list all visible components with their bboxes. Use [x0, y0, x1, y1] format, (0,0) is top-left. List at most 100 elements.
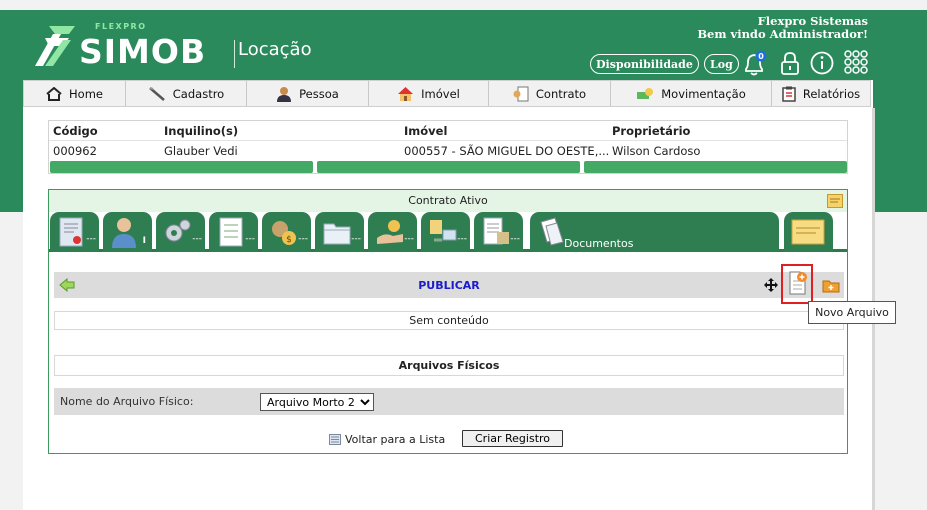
tab-folder[interactable]: --- — [315, 212, 364, 252]
main-nav: Home Cadastro Pessoa Imóvel Contrato Mov… — [23, 80, 871, 107]
tab-certificate[interactable]: --- — [50, 212, 99, 252]
cell-inquilino: Glauber Vedi — [164, 144, 238, 158]
brand-separator — [234, 40, 235, 68]
nav-item-movimentacao[interactable]: Movimentação — [611, 81, 772, 106]
welcome-block: Flexpro Sistemas Bem vindo Administrador… — [697, 15, 868, 41]
folder-icon — [323, 223, 351, 245]
tab-payments[interactable]: $ --- — [262, 212, 311, 252]
tab-placeholder: --- — [245, 234, 255, 244]
status-bar-3 — [584, 161, 847, 173]
brand-small-text: FLEXPRO — [95, 22, 147, 31]
nav-item-cadastro[interactable]: Cadastro — [126, 81, 247, 106]
tab-documentos[interactable]: Documentos — [530, 212, 779, 252]
status-bar-2 — [317, 161, 580, 173]
flexpro-logo-icon — [35, 26, 75, 66]
tab-placeholder: --- — [404, 234, 414, 244]
arquivos-fisicos-title: Arquivos Físicos — [54, 355, 844, 376]
nav-cadastro-label: Cadastro — [172, 86, 225, 101]
back-to-list-link[interactable]: Voltar para a Lista — [345, 433, 445, 446]
disponibilidade-button[interactable]: Disponibilidade — [590, 54, 699, 74]
arquivo-fisico-label: Nome do Arquivo Físico: — [60, 395, 194, 408]
table-divider — [49, 140, 847, 141]
tab-placeholder: --- — [457, 234, 467, 244]
header-codigo: Código — [53, 124, 98, 138]
status-bar-1 — [50, 161, 313, 173]
tab-transfer[interactable]: --- — [421, 212, 470, 252]
home-icon — [46, 86, 62, 101]
tab-person-i: I — [142, 236, 146, 246]
header-inquilino: Inquilino(s) — [164, 124, 239, 138]
nav-item-pessoa[interactable]: Pessoa — [247, 81, 369, 106]
nav-item-contrato[interactable]: Contrato — [489, 81, 611, 106]
coins-icon: $ — [272, 221, 296, 245]
nav-relatorios-label: Relatórios — [802, 86, 861, 101]
brand-module: Locação — [238, 39, 312, 60]
apps-grid-icon[interactable] — [843, 49, 869, 75]
notification-count: 0 — [758, 52, 764, 61]
contract-icon — [513, 86, 529, 101]
lock-icon[interactable] — [777, 50, 803, 76]
nav-item-relatorios[interactable]: Relatórios — [772, 81, 870, 106]
money-icon — [637, 87, 654, 99]
note-icon[interactable] — [827, 194, 843, 208]
nav-movimentacao-label: Movimentação — [661, 86, 746, 101]
transfer-icon — [430, 220, 457, 242]
create-record-button[interactable]: Criar Registro — [462, 430, 564, 447]
invoice-icon — [483, 217, 509, 245]
cell-proprietario: Wilson Cardoso — [612, 144, 701, 158]
certificate-icon — [59, 217, 83, 247]
new-file-tooltip: Novo Arquivo — [808, 301, 896, 324]
new-folder-icon[interactable] — [822, 279, 840, 293]
move-icon[interactable] — [764, 278, 778, 292]
nav-imovel-label: Imóvel — [421, 86, 460, 101]
tab-person[interactable]: I — [103, 212, 152, 252]
tab-placeholder: --- — [351, 234, 361, 244]
documents-toolbar: PUBLICAR — [54, 264, 844, 304]
arquivo-fisico-row: Nome do Arquivo Físico: Arquivo Morto 2 — [54, 388, 844, 415]
tab-documentos-label: Documentos — [564, 237, 634, 250]
gears-icon — [165, 219, 191, 242]
sticky-note-icon — [791, 219, 825, 245]
tab-settings[interactable]: --- — [156, 212, 205, 252]
notifications-bell-icon[interactable]: 0 — [741, 50, 767, 76]
tab-checklist[interactable]: --- — [209, 212, 258, 252]
simob-logo[interactable]: FLEXPRO SIMOB Locação — [35, 20, 335, 72]
house-icon — [398, 86, 414, 101]
empty-content: Sem conteúdo — [54, 311, 844, 330]
report-icon — [782, 86, 796, 102]
nav-item-imovel[interactable]: Imóvel — [369, 81, 489, 106]
pen-icon — [148, 86, 165, 101]
brand-name: SIMOB — [79, 32, 207, 71]
arquivo-fisico-select[interactable]: Arquivo Morto 2 — [260, 393, 374, 411]
contract-panel: Contrato Ativo --- I --- --- $ --- --- -… — [48, 189, 848, 454]
new-file-button[interactable] — [781, 264, 813, 304]
tab-handshake[interactable]: --- — [368, 212, 417, 252]
tab-notes[interactable] — [784, 212, 833, 252]
nav-item-home[interactable]: Home — [24, 81, 126, 106]
welcome-text: Bem vindo Administrador! — [697, 27, 868, 41]
contract-title: Contrato Ativo — [49, 190, 847, 212]
log-button[interactable]: Log — [704, 54, 739, 74]
checklist-icon — [219, 217, 243, 247]
cell-imovel: 000557 - SÃO MIGUEL DO OESTE,... — [404, 144, 610, 158]
contract-info-table: Código Inquilino(s) Imóvel Proprietário … — [48, 120, 848, 174]
documents-icon — [540, 217, 564, 246]
svg-text:$: $ — [286, 235, 292, 245]
person-icon — [277, 86, 292, 102]
new-file-icon — [789, 271, 807, 295]
contract-tabs: --- I --- --- $ --- --- --- --- --- Docu… — [49, 212, 847, 252]
tab-placeholder: --- — [298, 234, 308, 244]
nav-pessoa-label: Pessoa — [299, 86, 339, 101]
header-proprietario: Proprietário — [612, 124, 691, 138]
header-imovel: Imóvel — [404, 124, 448, 138]
footer-actions: Voltar para a Lista Criar Registro — [49, 430, 847, 450]
tab-placeholder: --- — [86, 234, 96, 244]
info-icon[interactable] — [809, 50, 835, 76]
tab-invoice[interactable]: --- — [474, 212, 523, 252]
nav-contrato-label: Contrato — [535, 86, 587, 101]
tab-placeholder: --- — [510, 234, 520, 244]
list-icon — [329, 434, 341, 445]
nav-home-label: Home — [69, 86, 103, 101]
tab-placeholder: --- — [192, 234, 202, 244]
cell-codigo: 000962 — [53, 144, 97, 158]
